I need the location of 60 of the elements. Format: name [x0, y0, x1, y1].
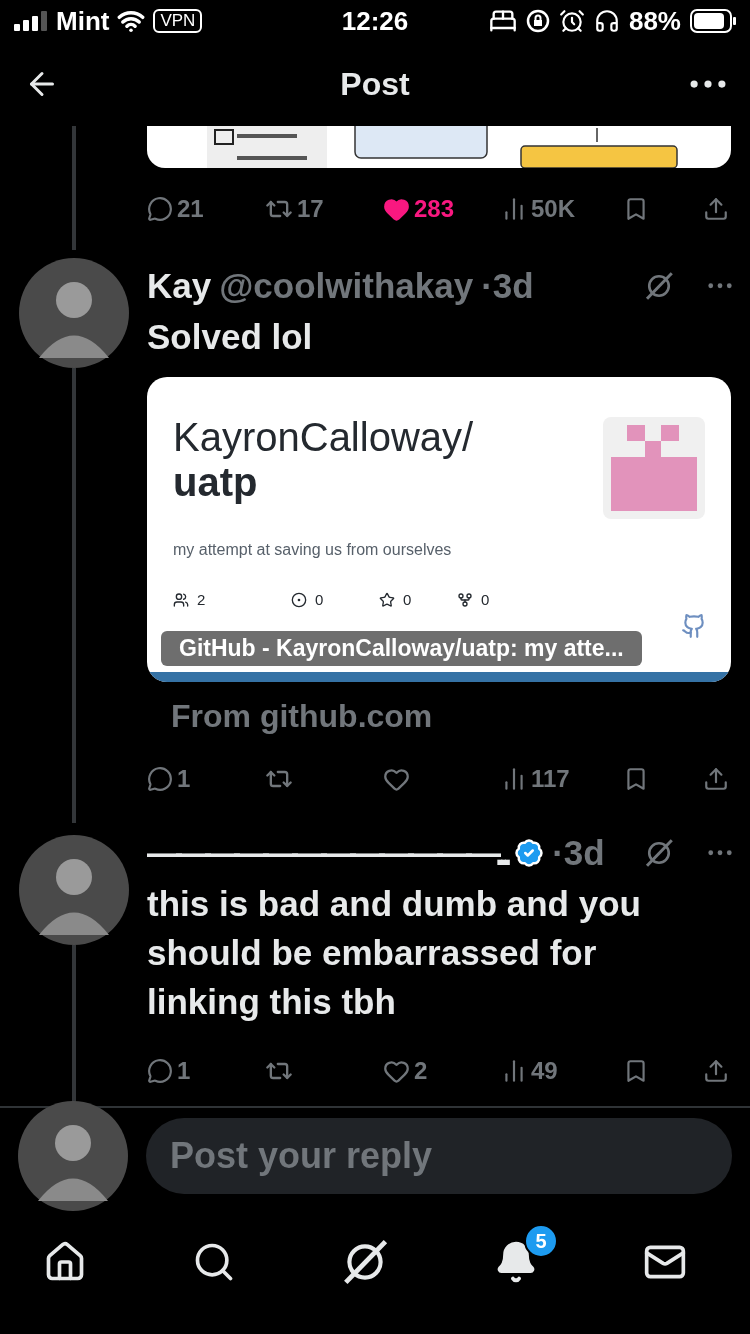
people-icon [173, 591, 189, 608]
notification-count: 5 [524, 1224, 559, 1258]
issue-icon [291, 591, 307, 608]
more-icon [690, 79, 726, 89]
link-source: From github.com [170, 697, 434, 735]
stat-count: 0 [481, 591, 490, 608]
stat-count: 0 [315, 591, 324, 608]
views-button[interactable]: 117 [501, 765, 623, 793]
more-icon [708, 283, 732, 289]
repo-name: uatp [173, 460, 259, 505]
speech-bubble-icon [147, 196, 173, 222]
post-text: this is bad and dumb and you should be embarrassed for linking this tbh [147, 883, 642, 1023]
clock: 12:26 [341, 5, 409, 37]
share-icon [703, 1058, 729, 1084]
notifications-tab[interactable]: 5 [494, 1224, 559, 1284]
github-icon [681, 613, 707, 639]
grok-icon [644, 271, 674, 301]
timestamp: ·3d [481, 266, 534, 306]
more-button[interactable] [690, 79, 726, 89]
link-card[interactable]: KayronCalloway/ uatp my attempt at saving us from ourselves 2 0 0 0 GitHub - KayronCalloway/uatp: my atte... [147, 377, 731, 682]
battery-percent: 88% [628, 5, 681, 37]
share-icon [703, 196, 729, 222]
page-title: Post [340, 65, 410, 103]
vpn-badge: VPN [153, 9, 203, 33]
like-button[interactable]: 283 [383, 195, 501, 223]
star-icon [379, 591, 395, 608]
share-button[interactable] [703, 766, 729, 792]
battery-icon [690, 9, 736, 33]
share-button[interactable] [703, 1058, 729, 1084]
link-title: GitHub - KayronCalloway/uatp: my atte... [161, 631, 642, 666]
post-text: Solved lol [147, 316, 314, 358]
speech-bubble-icon [147, 1058, 173, 1084]
display-name: Kay [147, 266, 212, 306]
more-icon [708, 850, 732, 856]
share-icon [703, 766, 729, 792]
fork-icon [457, 591, 473, 608]
repo-owner: KayronCalloway/ [173, 415, 474, 460]
like-button[interactable]: 2 [383, 1057, 501, 1085]
repo-logo-icon [603, 417, 705, 519]
alarm-icon [558, 8, 585, 34]
reply-button[interactable]: 1 [147, 765, 265, 793]
reply-button[interactable]: 1 [147, 1057, 265, 1085]
timestamp: ·3d [552, 833, 605, 873]
repo-description: my attempt at saving us from ourselves [172, 540, 453, 559]
views-button[interactable]: 50K [501, 195, 623, 223]
speech-bubble-icon [147, 766, 173, 792]
share-button[interactable] [703, 196, 729, 222]
headphones-icon [593, 8, 620, 34]
reply-button[interactable]: 21 [147, 195, 265, 223]
username: @coolwithakay [219, 266, 474, 306]
stat-count: 2 [197, 591, 206, 608]
signal-icon [14, 11, 48, 31]
reply-field[interactable]: Post your reply [146, 1118, 732, 1194]
carrier: Mint [56, 5, 110, 37]
rotation-lock-icon [525, 9, 550, 33]
stat-count: 0 [403, 591, 412, 608]
views-button[interactable]: 49 [501, 1057, 623, 1085]
grok-icon [644, 838, 674, 868]
display-name: ————————————... [147, 833, 507, 873]
repost-button[interactable]: 17 [265, 195, 383, 223]
